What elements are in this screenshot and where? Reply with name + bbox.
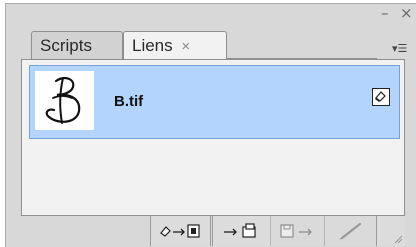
resize-grip-icon (394, 235, 403, 244)
links-panel: – × Scripts Liens × ▾☰ B.tif (5, 3, 416, 247)
link-filename: B.tif (114, 93, 144, 110)
handwritten-b-icon (35, 71, 94, 130)
update-link-icon (279, 224, 312, 238)
list-item[interactable]: B.tif (29, 65, 400, 139)
relink-icon (159, 224, 200, 238)
minimize-icon[interactable]: – (381, 6, 389, 21)
edit-original-button[interactable] (324, 216, 376, 246)
edit-original-icon (339, 222, 361, 240)
tab-scripts[interactable]: Scripts (31, 31, 123, 59)
update-link-button[interactable] (270, 216, 324, 246)
go-to-link-button[interactable] (210, 216, 270, 246)
links-list: B.tif (21, 59, 405, 216)
tab-label: Liens (132, 36, 173, 55)
embedded-link-icon (372, 88, 390, 106)
tab-label: Scripts (40, 36, 92, 55)
tab-liens[interactable]: Liens × (123, 31, 227, 59)
links-toolbar (21, 216, 405, 246)
go-to-link-icon (223, 223, 256, 238)
resize-grip[interactable] (376, 216, 405, 246)
close-icon[interactable]: × (400, 6, 413, 21)
tab-close-icon[interactable]: × (181, 38, 190, 55)
panel-menu-icon[interactable]: ▾☰ (392, 42, 407, 55)
relink-button[interactable] (150, 216, 210, 246)
